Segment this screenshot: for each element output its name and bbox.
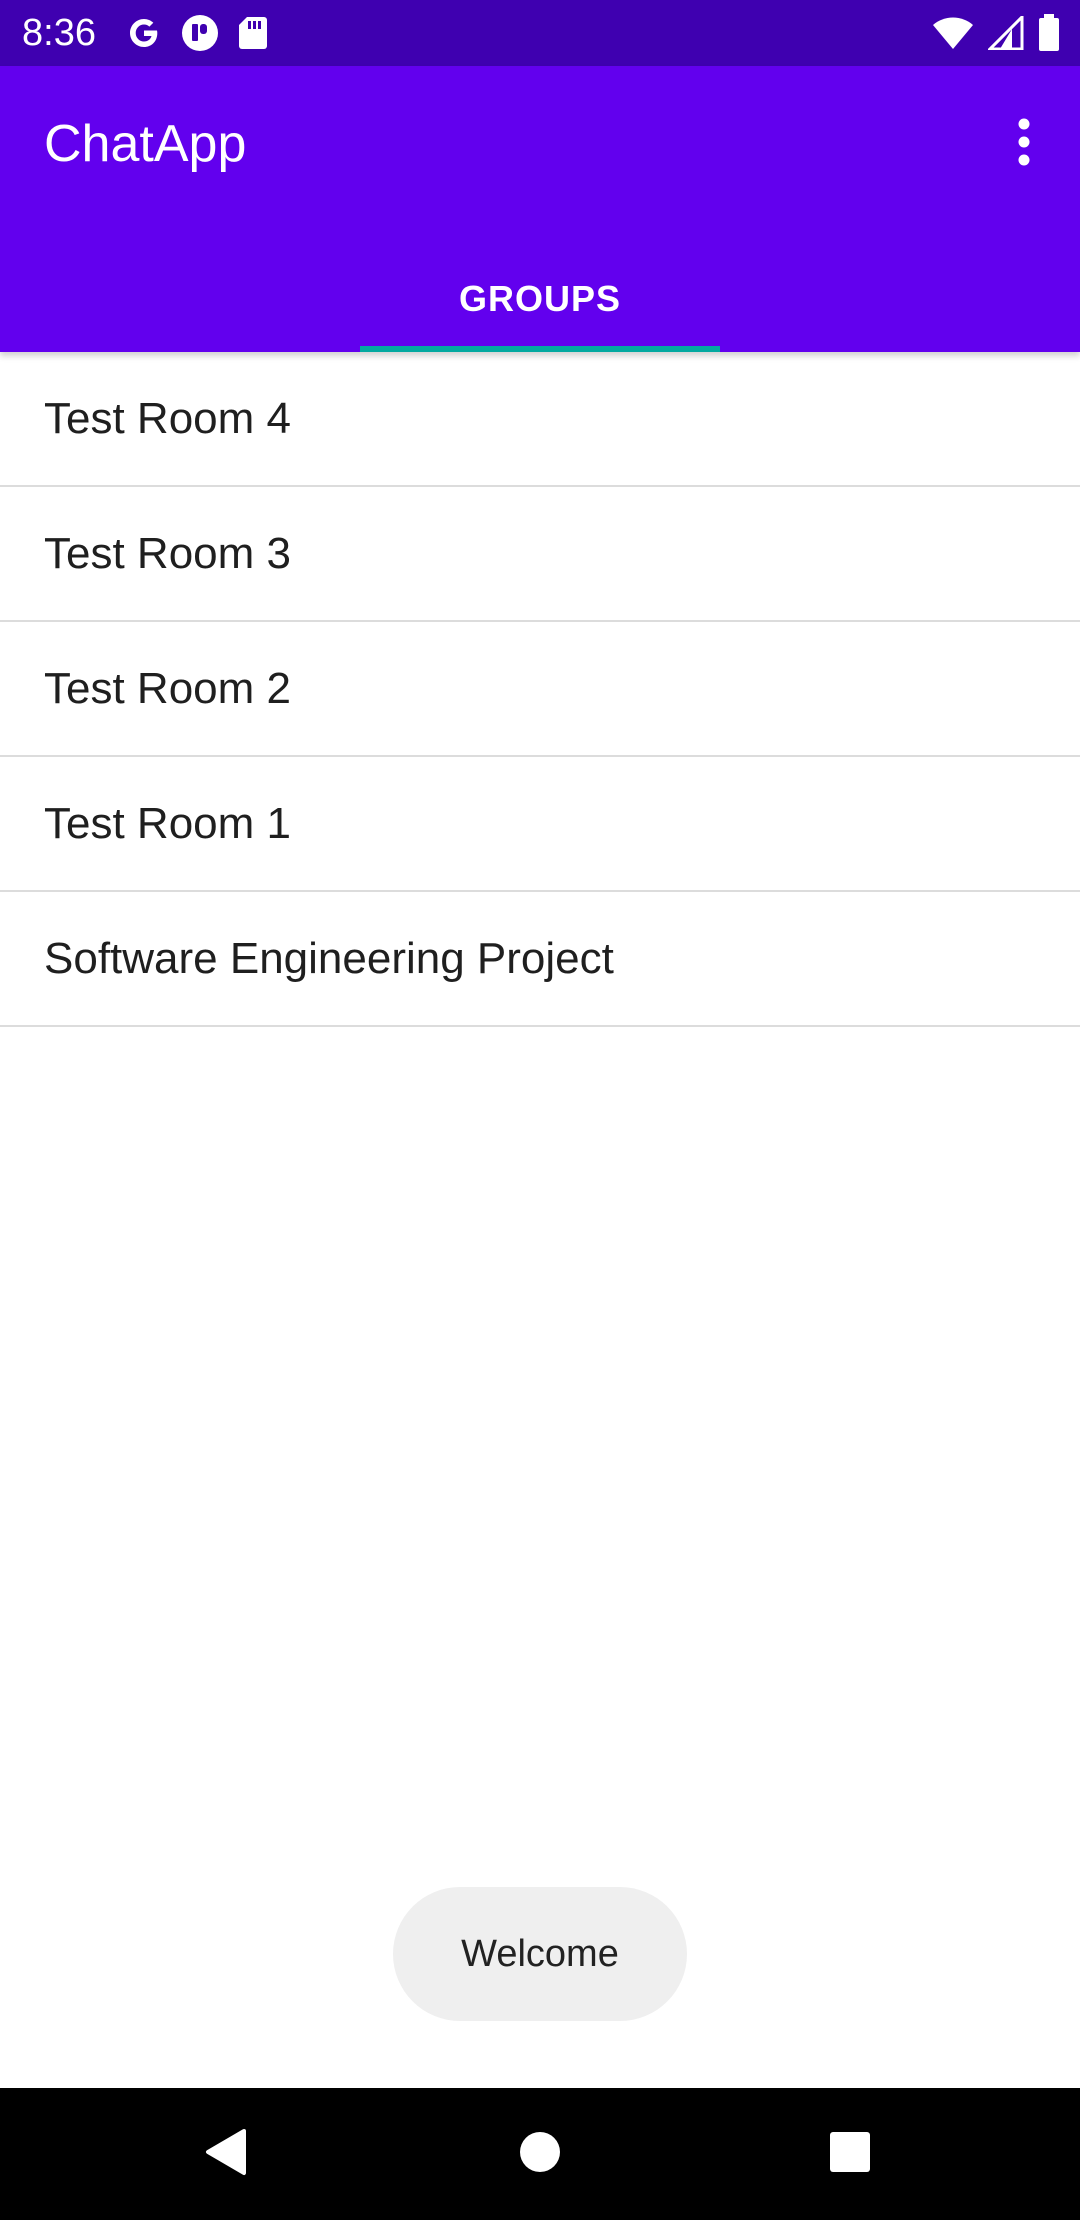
app-bar: ChatApp GROUPS [0,66,1080,352]
group-name: Test Room 2 [44,663,291,713]
group-name: Software Engineering Project [44,933,614,983]
group-name: Test Room 3 [44,528,291,578]
group-name: Test Room 1 [44,798,291,848]
sd-card-icon [238,15,268,51]
signal-icon [988,16,1024,50]
group-list-item[interactable]: Test Room 3 [0,487,1080,622]
back-button[interactable] [180,2108,272,2200]
wifi-icon [932,16,974,50]
battery-icon [1038,14,1060,52]
status-right-icons [932,14,1060,52]
tab-groups[interactable]: GROUPS [360,246,720,352]
group-list-item[interactable]: Software Engineering Project [0,892,1080,1027]
group-list: Test Room 4 Test Room 3 Test Room 2 Test… [0,352,1080,1027]
toast: Welcome [393,1887,687,2021]
overflow-menu-button[interactable] [986,106,1062,182]
status-left-icons [126,13,268,53]
toast-text: Welcome [461,1932,619,1975]
more-vert-icon [1016,118,1032,171]
screen: 8:36 ChatApp GROUPS Test Room 4 Test Roo… [0,0,1080,2220]
home-icon [519,2131,561,2178]
google-icon [126,15,162,51]
status-bar: 8:36 [0,0,1080,66]
app-title: ChatApp [44,115,247,173]
recents-icon [829,2131,871,2178]
tab-row: GROUPS [0,246,1080,352]
status-time: 8:36 [22,12,96,54]
tab-groups-label: GROUPS [458,278,622,319]
home-button[interactable] [494,2108,586,2200]
group-list-item[interactable]: Test Room 1 [0,757,1080,892]
recents-button[interactable] [804,2108,896,2200]
navigation-bar [0,2088,1080,2220]
back-icon [204,2128,248,2181]
group-list-item[interactable]: Test Room 2 [0,622,1080,757]
notification-app-icon [180,13,220,53]
group-name: Test Room 4 [44,393,291,443]
group-list-item[interactable]: Test Room 4 [0,352,1080,487]
